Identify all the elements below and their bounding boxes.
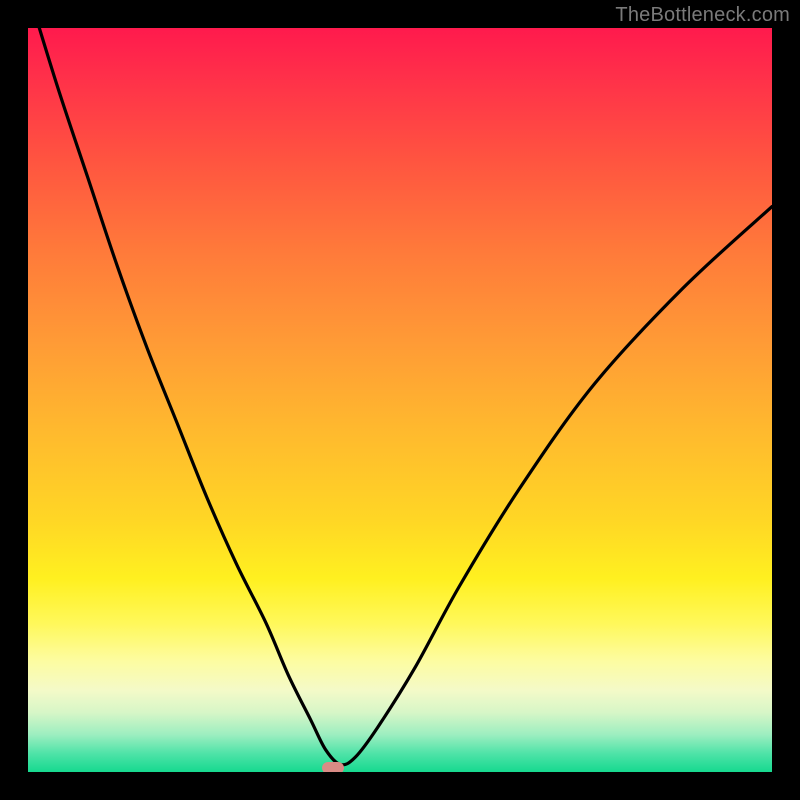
chart-frame: TheBottleneck.com [0,0,800,800]
optimum-marker [322,762,344,772]
plot-area [28,28,772,772]
watermark-text: TheBottleneck.com [615,4,790,27]
bottleneck-curve [28,28,772,772]
